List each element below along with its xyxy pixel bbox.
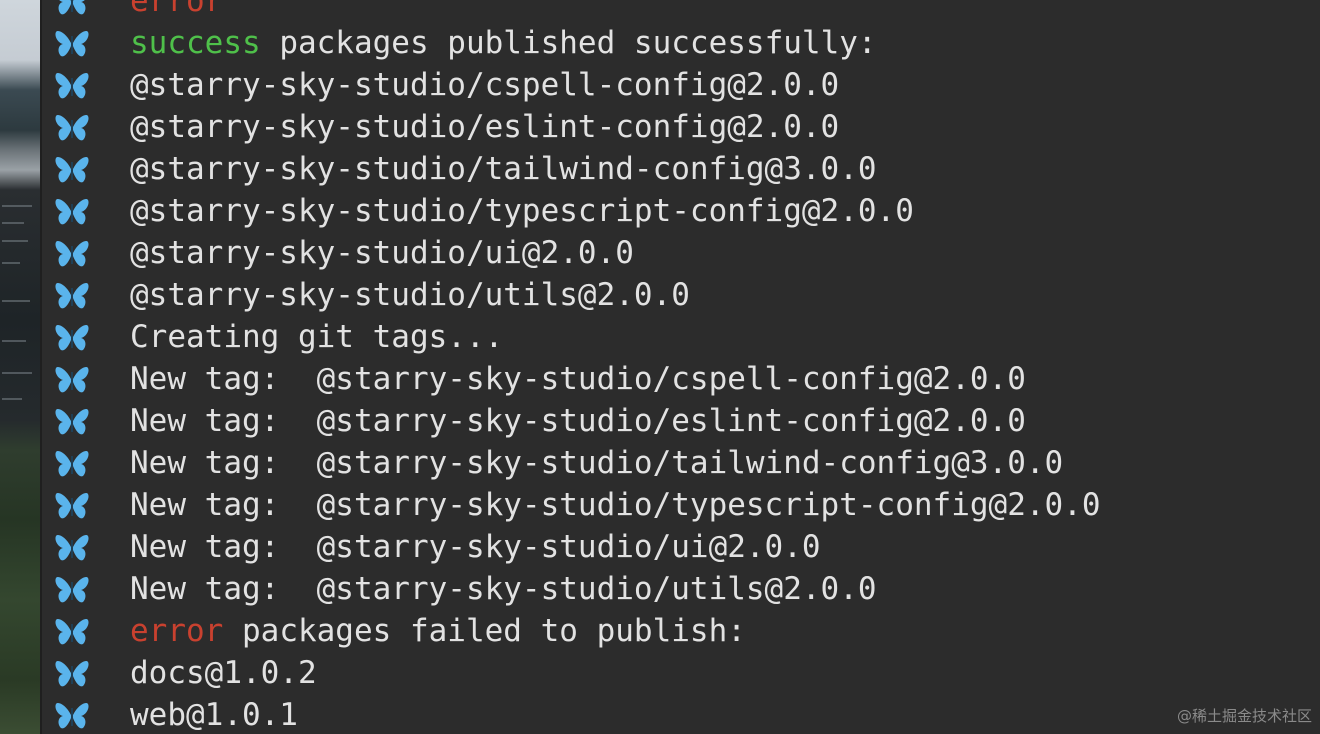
butterfly-icon xyxy=(54,70,90,100)
terminal-line-text: @starry-sky-studio/cspell-config@2.0.0 xyxy=(130,64,839,106)
terminal-line-content: @starry-sky-studio/eslint-config@2.0.0 xyxy=(130,109,840,145)
terminal-line-content: packages failed to publish: xyxy=(223,613,746,649)
butterfly-icon xyxy=(54,280,90,310)
terminal-line-text: @starry-sky-studio/utils@2.0.0 xyxy=(130,274,690,316)
terminal-line-text: error xyxy=(130,0,223,22)
terminal-line-content: @starry-sky-studio/utils@2.0.0 xyxy=(130,277,690,313)
error-keyword: error xyxy=(130,0,224,19)
butterfly-icon xyxy=(54,0,90,16)
background-text-fragment xyxy=(2,300,30,302)
success-keyword: success xyxy=(130,25,261,61)
butterfly-icon xyxy=(54,322,90,352)
terminal-line-content: @starry-sky-studio/cspell-config@2.0.0 xyxy=(130,67,840,103)
butterfly-icon xyxy=(54,448,90,478)
terminal-line: New tag: @starry-sky-studio/utils@2.0.0 xyxy=(42,568,1320,610)
terminal-line: error xyxy=(42,0,1320,22)
background-text-fragment xyxy=(2,205,32,207)
terminal-line-content: @starry-sky-studio/typescript-config@2.0… xyxy=(130,193,914,229)
terminal-line-text: New tag: @starry-sky-studio/tailwind-con… xyxy=(130,442,1063,484)
terminal-line-text: docs@1.0.2 xyxy=(130,652,317,694)
background-text-fragment xyxy=(2,340,26,342)
butterfly-icon xyxy=(54,112,90,142)
terminal-line-text: New tag: @starry-sky-studio/eslint-confi… xyxy=(130,400,1026,442)
terminal-line-text: New tag: @starry-sky-studio/typescript-c… xyxy=(130,484,1101,526)
terminal-line-text: New tag: @starry-sky-studio/utils@2.0.0 xyxy=(130,568,877,610)
butterfly-icon xyxy=(54,532,90,562)
terminal-line-text: success packages published successfully: xyxy=(130,22,877,64)
butterfly-icon xyxy=(54,238,90,268)
background-text-fragment xyxy=(2,372,32,374)
error-keyword: error xyxy=(130,613,224,649)
terminal-line-text: @starry-sky-studio/eslint-config@2.0.0 xyxy=(130,106,839,148)
terminal-line-text: New tag: @starry-sky-studio/cspell-confi… xyxy=(130,358,1026,400)
terminal-line-content: New tag: @starry-sky-studio/ui@2.0.0 xyxy=(130,529,821,565)
terminal-line-text: web@1.0.1 xyxy=(130,694,298,734)
terminal-line-text: Creating git tags... xyxy=(130,316,503,358)
terminal-line-content: Creating git tags... xyxy=(130,319,504,355)
terminal-line: success packages published successfully: xyxy=(42,22,1320,64)
terminal-line: @starry-sky-studio/cspell-config@2.0.0 xyxy=(42,64,1320,106)
butterfly-icon xyxy=(54,154,90,184)
terminal-line: @starry-sky-studio/ui@2.0.0 xyxy=(42,232,1320,274)
terminal-line: New tag: @starry-sky-studio/typescript-c… xyxy=(42,484,1320,526)
terminal-line: Creating git tags... xyxy=(42,316,1320,358)
terminal-line: New tag: @starry-sky-studio/eslint-confi… xyxy=(42,400,1320,442)
terminal-line-content: New tag: @starry-sky-studio/tailwind-con… xyxy=(130,445,1064,481)
watermark: @稀土掘金技术社区 xyxy=(1176,707,1312,725)
terminal-line-content: New tag: @starry-sky-studio/cspell-confi… xyxy=(130,361,1026,397)
terminal-line-content: New tag: @starry-sky-studio/utils@2.0.0 xyxy=(130,571,877,607)
butterfly-icon xyxy=(54,616,90,646)
butterfly-icon xyxy=(54,364,90,394)
butterfly-icon xyxy=(54,700,90,730)
terminal-line: @starry-sky-studio/utils@2.0.0 xyxy=(42,274,1320,316)
terminal-line: New tag: @starry-sky-studio/ui@2.0.0 xyxy=(42,526,1320,568)
butterfly-icon xyxy=(54,658,90,688)
terminal-line: @starry-sky-studio/tailwind-config@3.0.0 xyxy=(42,148,1320,190)
background-text-fragment xyxy=(2,240,28,242)
terminal-line: web@1.0.1 xyxy=(42,694,1320,734)
terminal-line: New tag: @starry-sky-studio/cspell-confi… xyxy=(42,358,1320,400)
terminal-line: New tag: @starry-sky-studio/tailwind-con… xyxy=(42,442,1320,484)
terminal-line-content: New tag: @starry-sky-studio/eslint-confi… xyxy=(130,403,1026,439)
terminal-line-text: error packages failed to publish: xyxy=(130,610,746,652)
butterfly-icon xyxy=(54,490,90,520)
terminal-line: docs@1.0.2 xyxy=(42,652,1320,694)
terminal-line-text: @starry-sky-studio/typescript-config@2.0… xyxy=(130,190,914,232)
screen: error success packages published successf… xyxy=(0,0,1320,734)
terminal-line-text: New tag: @starry-sky-studio/ui@2.0.0 xyxy=(130,526,821,568)
background-text-fragment xyxy=(2,398,22,400)
background-text-fragment xyxy=(2,262,20,264)
butterfly-icon xyxy=(54,574,90,604)
terminal-line: error packages failed to publish: xyxy=(42,610,1320,652)
terminal-line-text: @starry-sky-studio/tailwind-config@3.0.0 xyxy=(130,148,877,190)
terminal-output[interactable]: error success packages published successf… xyxy=(42,0,1320,734)
terminal-line-text: @starry-sky-studio/ui@2.0.0 xyxy=(130,232,634,274)
butterfly-icon xyxy=(54,28,90,58)
terminal-line-content: packages published successfully: xyxy=(260,25,877,61)
terminal-line-content: docs@1.0.2 xyxy=(130,655,317,691)
background-text-fragment xyxy=(2,222,24,224)
terminal-line: @starry-sky-studio/eslint-config@2.0.0 xyxy=(42,106,1320,148)
butterfly-icon xyxy=(54,196,90,226)
background-window-strip xyxy=(0,0,40,734)
terminal-line-content: @starry-sky-studio/tailwind-config@3.0.0 xyxy=(130,151,877,187)
terminal-line-content: New tag: @starry-sky-studio/typescript-c… xyxy=(130,487,1101,523)
terminal-line-content: web@1.0.1 xyxy=(130,697,298,733)
butterfly-icon xyxy=(54,406,90,436)
terminal-line-content: @starry-sky-studio/ui@2.0.0 xyxy=(130,235,634,271)
terminal-line: @starry-sky-studio/typescript-config@2.0… xyxy=(42,190,1320,232)
